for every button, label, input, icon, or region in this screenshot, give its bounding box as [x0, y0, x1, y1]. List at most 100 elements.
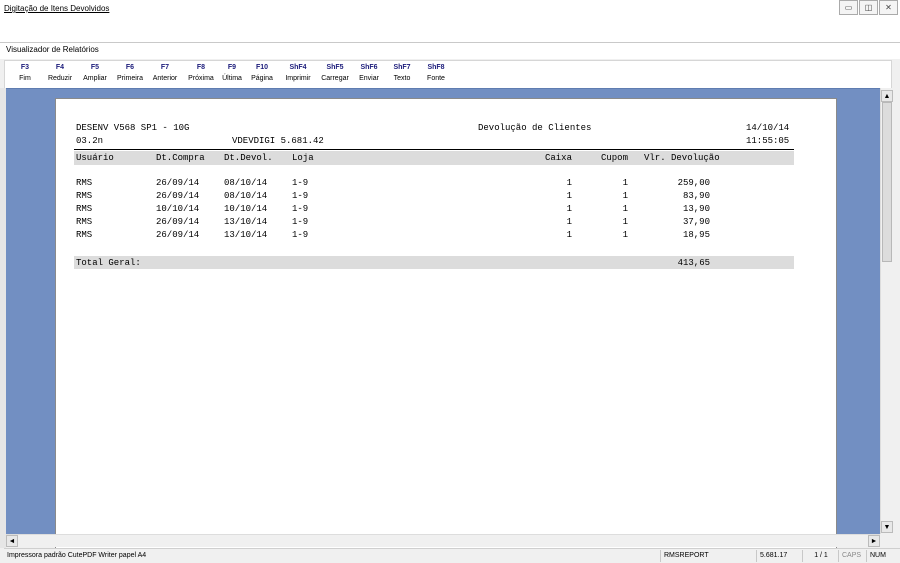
proxima-label: Próxima — [188, 75, 214, 82]
proxima-button[interactable]: F8 Próxima — [183, 62, 219, 87]
proxima-key: F8 — [196, 64, 206, 71]
status-version: 5.681.17 — [756, 550, 803, 562]
primeira-label: Primeira — [116, 75, 144, 82]
cell-usuario: RMS — [76, 178, 93, 188]
cell-dt-compra: 26/09/14 — [156, 217, 200, 227]
ultima-button[interactable]: F9 Última — [219, 62, 245, 87]
report-time: 11:55:05 — [746, 136, 790, 146]
col-vlr-devolucao: Vlr. Devolução — [644, 153, 720, 163]
anterior-button[interactable]: F7 Anterior — [147, 62, 183, 87]
cell-dt-devol: 13/10/14 — [224, 217, 268, 227]
cell-usuario: RMS — [76, 230, 93, 240]
enviar-button[interactable]: ShF6 Enviar — [355, 62, 383, 87]
report-program: VDEVDIGI 5.681.42 — [232, 136, 324, 146]
status-pages: 1 / 1 — [802, 550, 839, 562]
cell-cupom: 1 — [622, 178, 628, 188]
cell-caixa: 1 — [566, 217, 572, 227]
imprimir-label: Imprimir — [285, 75, 311, 82]
pagina-label: Página — [251, 75, 273, 82]
report-version: 03.2n — [76, 136, 104, 146]
ampliar-button[interactable]: F5 Ampliar — [79, 62, 111, 87]
fim-label: Fim — [19, 75, 31, 82]
pagina-key: F10 — [255, 64, 269, 71]
cell-loja: 1-9 — [292, 217, 309, 227]
reduzir-label: Reduzir — [47, 75, 73, 82]
close-button[interactable]: ✕ — [879, 0, 898, 15]
texto-label: Texto — [393, 75, 411, 82]
cell-cupom: 1 — [622, 204, 628, 214]
maximize-button[interactable]: ◫ — [859, 0, 878, 15]
cell-dt-compra: 26/09/14 — [156, 191, 200, 201]
ampliar-label: Ampliar — [83, 75, 107, 82]
cell-vlr-devolucao: 13,90 — [682, 204, 710, 214]
cell-caixa: 1 — [566, 204, 572, 214]
horizontal-scrollbar[interactable]: ◄ ► — [6, 534, 880, 547]
document-viewport[interactable]: DESENV V568 SP1 - 10G 03.2n VDEVDIGI 5.6… — [6, 88, 880, 549]
col-dt-devol: Dt.Devol. — [224, 153, 273, 163]
col-dt-compra: Dt.Compra — [156, 153, 205, 163]
cell-loja: 1-9 — [292, 204, 309, 214]
cell-dt-devol: 08/10/14 — [224, 178, 268, 188]
vertical-scroll-thumb[interactable] — [882, 102, 892, 262]
report-system: DESENV V568 SP1 - 10G — [76, 123, 190, 133]
toolbar: F3 Fim F4 Reduzir F5 Ampliar F6 Primeira F7 A… — [4, 60, 892, 89]
cell-cupom: 1 — [622, 230, 628, 240]
fim-key: F3 — [20, 64, 30, 71]
ultima-label: Última — [222, 75, 242, 82]
status-report-name: RMSREPORT — [660, 550, 757, 562]
reduzir-key: F4 — [55, 64, 65, 71]
col-cupom: Cupom — [600, 153, 628, 163]
status-printer: Impressora padrão CutePDF Writer papel A… — [7, 552, 147, 559]
scroll-up-icon[interactable]: ▲ — [881, 90, 893, 102]
report-viewer-titlebar: Visualizador de Relatórios — [0, 42, 900, 59]
report-title: Devolução de Clientes — [478, 123, 592, 133]
total-value: 413,65 — [677, 258, 710, 268]
pagina-button[interactable]: F10 Página — [247, 62, 277, 87]
status-num: NUM — [866, 550, 895, 562]
texto-button[interactable]: ShF7 Texto — [389, 62, 415, 87]
header-rule — [74, 149, 794, 150]
fonte-label: Fonte — [427, 75, 445, 82]
primeira-key: F6 — [125, 64, 135, 71]
fonte-button[interactable]: ShF8 Fonte — [423, 62, 449, 87]
fonte-key: ShF8 — [427, 64, 445, 71]
cell-loja: 1-9 — [292, 230, 309, 240]
cell-loja: 1-9 — [292, 178, 309, 188]
scroll-right-icon[interactable]: ► — [868, 535, 880, 547]
cell-vlr-devolucao: 18,95 — [682, 230, 710, 240]
total-label: Total Geral: — [76, 258, 141, 268]
col-caixa: Caixa — [544, 153, 572, 163]
report-page: DESENV V568 SP1 - 10G 03.2n VDEVDIGI 5.6… — [56, 99, 836, 549]
reduzir-button[interactable]: F4 Reduzir — [45, 62, 75, 87]
carregar-button[interactable]: ShF5 Carregar — [317, 62, 353, 87]
cell-usuario: RMS — [76, 217, 93, 227]
minimize-button[interactable]: ▭ — [839, 0, 858, 15]
primeira-button[interactable]: F6 Primeira — [113, 62, 147, 87]
scroll-down-icon[interactable]: ▼ — [881, 521, 893, 533]
cell-dt-devol: 13/10/14 — [224, 230, 268, 240]
outer-window-title[interactable]: Digitação de Itens Devolvidos — [4, 4, 109, 13]
fim-button[interactable]: F3 Fim — [13, 62, 37, 87]
outer-window-titlebar: Digitação de Itens Devolvidos ▭ ◫ ✕ — [0, 0, 900, 42]
cell-dt-devol: 08/10/14 — [224, 191, 268, 201]
imprimir-button[interactable]: ShF4 Imprimir — [281, 62, 315, 87]
cell-caixa: 1 — [566, 191, 572, 201]
window-controls: ▭ ◫ ✕ — [838, 0, 898, 15]
status-caps: CAPS — [838, 550, 867, 562]
anterior-label: Anterior — [152, 75, 178, 82]
col-loja: Loja — [292, 153, 314, 163]
ampliar-key: F5 — [90, 64, 100, 71]
imprimir-key: ShF4 — [289, 64, 307, 71]
scroll-left-icon[interactable]: ◄ — [6, 535, 18, 547]
cell-usuario: RMS — [76, 191, 93, 201]
enviar-label: Enviar — [359, 75, 379, 82]
cell-caixa: 1 — [566, 178, 572, 188]
vertical-scrollbar[interactable]: ▲ ▼ — [880, 88, 893, 534]
carregar-label: Carregar — [321, 75, 349, 82]
cell-cupom: 1 — [622, 191, 628, 201]
cell-vlr-devolucao: 259,00 — [677, 178, 710, 188]
cell-cupom: 1 — [622, 217, 628, 227]
cell-vlr-devolucao: 37,90 — [682, 217, 710, 227]
anterior-key: F7 — [160, 64, 170, 71]
cell-dt-compra: 10/10/14 — [156, 204, 200, 214]
